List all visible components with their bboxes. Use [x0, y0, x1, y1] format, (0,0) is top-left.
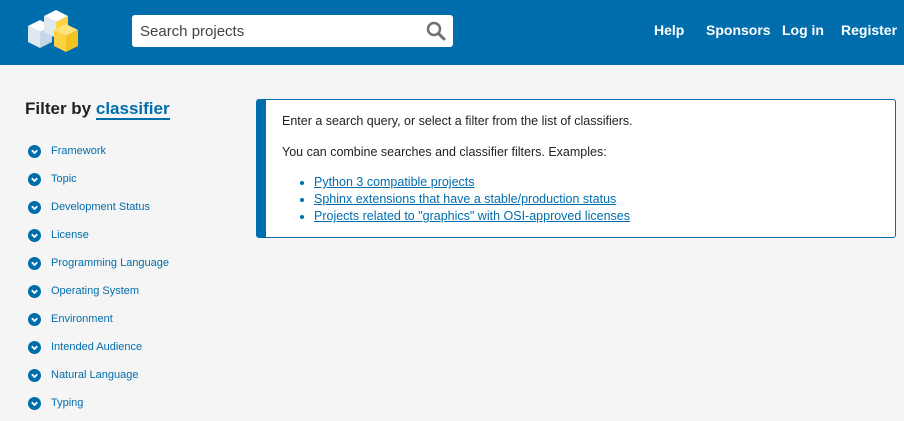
classifier-toggle-topic[interactable]: Topic — [28, 170, 77, 188]
chevron-down-circle-icon — [28, 228, 41, 242]
pypi-logo[interactable] — [24, 6, 80, 54]
classifier-toggle-development-status[interactable]: Development Status — [28, 198, 150, 216]
classifier-label: Topic — [51, 173, 77, 185]
search-button[interactable] — [425, 20, 447, 42]
classifier-label: Programming Language — [51, 257, 170, 269]
filter-heading-prefix: Filter by — [25, 99, 92, 118]
intro-text: Enter a search query, or select a filter… — [282, 114, 633, 128]
classifier-label: Typing — [51, 397, 84, 409]
search-box — [132, 15, 453, 47]
classifier-label: Framework — [51, 145, 107, 157]
chevron-down-circle-icon — [28, 284, 41, 298]
classifier-toggle-programming-language[interactable]: Programming Language — [28, 254, 169, 272]
classifier-toggle-operating-system[interactable]: Operating System — [28, 282, 139, 300]
chevron-down-circle-icon — [28, 396, 41, 410]
classifier-toggle-license[interactable]: License — [28, 226, 89, 244]
filter-heading: Filter by classifier — [25, 99, 170, 120]
classifier-label: Development Status — [51, 201, 151, 213]
classifier-label: Environment — [51, 313, 113, 325]
search-help-callout: Enter a search query, or select a filter… — [256, 99, 896, 238]
magnifier-icon — [426, 21, 446, 41]
example-link-python3[interactable]: Python 3 compatible projects — [314, 175, 475, 189]
nav-login-link[interactable]: Log in — [782, 22, 824, 38]
chevron-down-circle-icon — [28, 172, 41, 186]
classifier-link[interactable]: classifier — [95, 99, 170, 120]
nav-help-link[interactable]: Help — [654, 22, 684, 38]
chevron-down-circle-icon — [28, 144, 41, 158]
chevron-down-circle-icon — [28, 340, 41, 354]
classifier-toggle-typing[interactable]: Typing — [28, 394, 83, 412]
list-item: Python 3 compatible projects — [314, 174, 630, 191]
list-item: Sphinx extensions that have a stable/pro… — [314, 191, 630, 208]
top-bar: Help Sponsors Log in Register — [0, 0, 904, 65]
chevron-down-circle-icon — [28, 312, 41, 326]
search-input[interactable] — [132, 15, 412, 47]
combine-text: You can combine searches and classifier … — [282, 145, 607, 159]
chevron-down-circle-icon — [28, 200, 41, 214]
classifier-label: Intended Audience — [51, 341, 143, 353]
classifier-label: Natural Language — [51, 369, 139, 381]
examples-list: Python 3 compatible projects Sphinx exte… — [298, 174, 630, 225]
classifier-label: License — [51, 229, 89, 241]
classifier-toggle-intended-audience[interactable]: Intended Audience — [28, 338, 142, 356]
nav-register-link[interactable]: Register — [841, 22, 897, 38]
chevron-down-circle-icon — [28, 256, 41, 270]
classifier-toggle-natural-language[interactable]: Natural Language — [28, 366, 138, 384]
classifier-label: Operating System — [51, 285, 140, 297]
classifier-toggle-environment[interactable]: Environment — [28, 310, 113, 328]
example-link-sphinx[interactable]: Sphinx extensions that have a stable/pro… — [314, 192, 616, 206]
chevron-down-circle-icon — [28, 368, 41, 382]
example-link-graphics[interactable]: Projects related to "graphics" with OSI-… — [314, 209, 630, 223]
classifier-toggle-framework[interactable]: Framework — [28, 142, 106, 160]
list-item: Projects related to "graphics" with OSI-… — [314, 208, 630, 225]
nav-sponsors-link[interactable]: Sponsors — [706, 22, 771, 38]
